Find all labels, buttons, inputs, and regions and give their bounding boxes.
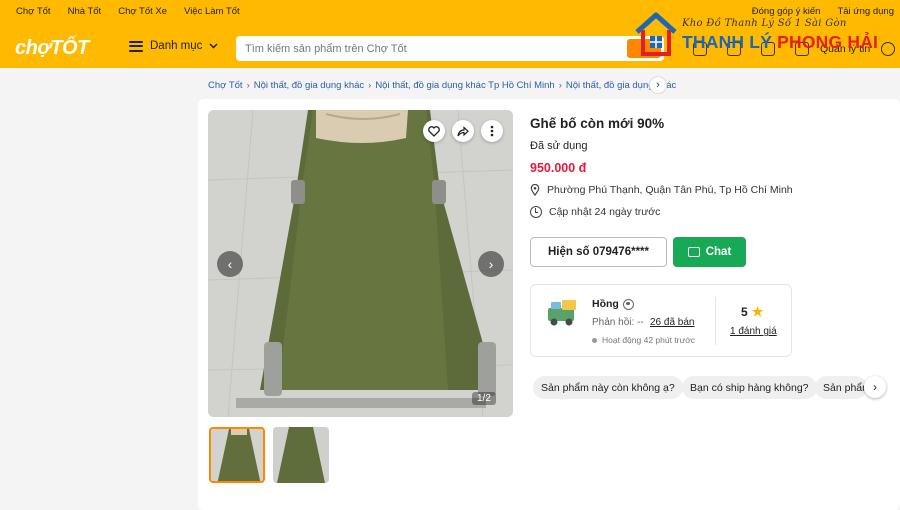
quick-message-chip[interactable]: Sản phẩm xyxy=(815,376,867,399)
top-link-chototxe[interactable]: Chợ Tốt Xe xyxy=(118,6,167,17)
clock-icon xyxy=(530,206,542,218)
thumbnail-1[interactable] xyxy=(209,427,265,483)
location-row: Phường Phú Thạnh, Quận Tân Phú, Tp Hồ Ch… xyxy=(530,184,793,196)
favorite-button[interactable] xyxy=(423,120,445,142)
breadcrumb-next-button[interactable]: › xyxy=(649,76,667,94)
chat-bubble-icon xyxy=(687,247,700,257)
top-link-chotot[interactable]: Chợ Tốt xyxy=(16,6,51,17)
breadcrumb-separator: › xyxy=(246,80,250,91)
quick-message-chip[interactable]: Bạn có ship hàng không? xyxy=(682,376,817,399)
seller-sold-count[interactable]: 26 đã bán xyxy=(650,317,695,328)
seller-activity: Hoạt động 42 phút trước xyxy=(592,335,695,345)
category-menu-label: Danh mục xyxy=(150,40,203,52)
status-dot-icon xyxy=(592,337,597,343)
search-bar xyxy=(236,36,664,61)
top-link-nhatot[interactable]: Nhà Tốt xyxy=(68,6,102,17)
watermark-slogan: Kho Đồ Thanh Lý Số 1 Sài Gòn xyxy=(682,18,847,29)
top-links: Chợ Tốt Nhà Tốt Chợ Tốt Xe Việc Làm Tốt xyxy=(16,6,240,17)
updated-text: Cập nhật 24 ngày trước xyxy=(549,206,661,218)
seller-card[interactable]: Hồng Phản hồi: -- 26 đã bán Hoạt động 42… xyxy=(530,284,792,357)
thumbnail-image xyxy=(273,427,329,483)
previous-image-button[interactable]: ‹ xyxy=(217,251,243,277)
breadcrumb-item[interactable]: Nội thất, đồ gia dụng khác xyxy=(254,80,364,91)
chat-button-label: Chat xyxy=(705,246,732,258)
breadcrumb-item[interactable]: Nội thất, đồ gia dụng khác Tp Hồ Chí Min… xyxy=(375,80,554,91)
quick-message-next-button[interactable]: › xyxy=(864,376,886,398)
thumbnail-2[interactable] xyxy=(273,427,329,483)
location-text: Phường Phú Thạnh, Quận Tân Phú, Tp Hồ Ch… xyxy=(547,184,793,196)
star-icon: ★ xyxy=(751,304,764,319)
location-pin-icon xyxy=(530,184,540,196)
updated-row: Cập nhật 24 ngày trước xyxy=(530,206,660,218)
image-counter: 1/2 xyxy=(472,392,496,405)
product-price: 950.000 đ xyxy=(530,161,587,175)
more-vertical-icon xyxy=(490,125,494,137)
chevron-down-icon xyxy=(209,43,218,49)
watermark-logo: Kho Đồ Thanh Lý Số 1 Sài Gòn THANH LÝ PH… xyxy=(634,8,900,64)
watermark-brand-part2: PHONG HẢI xyxy=(777,32,879,52)
site-logo[interactable]: chợTỐT xyxy=(15,37,89,60)
share-icon xyxy=(457,125,469,136)
breadcrumb-item[interactable]: Chợ Tốt xyxy=(208,80,243,91)
search-input[interactable] xyxy=(236,36,616,61)
breadcrumb-separator: › xyxy=(558,80,562,91)
thumbnail-image xyxy=(211,429,263,481)
house-logo-icon xyxy=(635,12,677,56)
verified-badge-icon xyxy=(622,298,634,310)
product-title: Ghế bố còn mới 90% xyxy=(530,116,665,131)
seller-avatar xyxy=(548,300,576,326)
header-bar: Chợ Tốt Nhà Tốt Chợ Tốt Xe Việc Làm Tốt … xyxy=(0,0,900,68)
product-image[interactable] xyxy=(208,110,513,417)
seller-reviews-link[interactable]: 1 đánh giá xyxy=(730,326,777,337)
next-image-button[interactable]: › xyxy=(478,251,504,277)
divider xyxy=(715,297,716,345)
quick-message-chip[interactable]: Sản phẩm này còn không ạ? xyxy=(533,376,683,399)
chat-button[interactable]: Chat xyxy=(673,237,746,267)
watermark-brand: THANH LÝ PHONG HẢI xyxy=(682,32,878,53)
category-menu-button[interactable]: Danh mục xyxy=(129,40,218,52)
seller-reply-rate: Phản hồi: -- xyxy=(592,317,644,328)
seller-name[interactable]: Hồng xyxy=(592,298,619,310)
top-link-vieclamtot[interactable]: Việc Làm Tốt xyxy=(184,6,240,17)
more-options-button[interactable] xyxy=(481,120,503,142)
seller-rating: 5 ★ xyxy=(741,304,763,320)
seller-rating-value: 5 xyxy=(741,305,748,319)
hamburger-icon xyxy=(129,40,143,52)
heart-icon xyxy=(428,125,440,137)
show-phone-button[interactable]: Hiện số 079476**** xyxy=(530,237,667,267)
seller-name-row: Hồng xyxy=(592,298,634,310)
breadcrumb-separator: › xyxy=(368,80,372,91)
product-condition: Đã sử dụng xyxy=(530,140,588,152)
seller-activity-text: Hoạt động 42 phút trước xyxy=(602,335,696,345)
watermark-brand-part1: THANH LÝ xyxy=(682,32,778,52)
share-button[interactable] xyxy=(452,120,474,142)
breadcrumb: Chợ Tốt › Nội thất, đồ gia dụng khác › Nội… xyxy=(208,80,676,91)
camp-bed-photo xyxy=(208,110,513,417)
